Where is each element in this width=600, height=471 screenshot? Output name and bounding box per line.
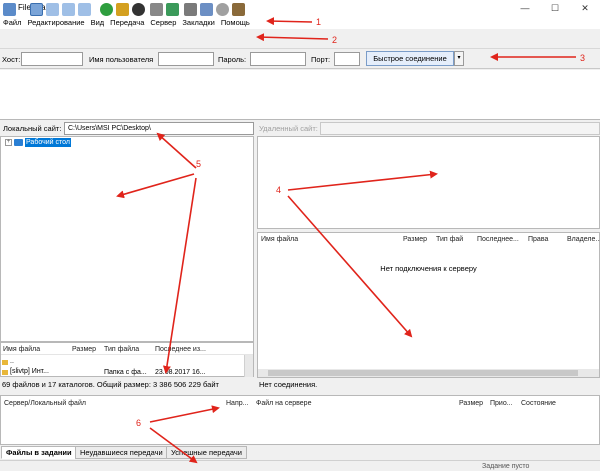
column-header-type[interactable]: Тип файла bbox=[104, 346, 139, 354]
sync-browsing-icon[interactable] bbox=[216, 3, 229, 16]
quickconnect-dropdown-icon[interactable]: ▾ bbox=[454, 51, 464, 66]
password-label: Пароль: bbox=[218, 55, 247, 64]
remote-file-list[interactable] bbox=[257, 232, 600, 378]
host-input[interactable] bbox=[21, 52, 83, 66]
menu-help[interactable]: Помощь bbox=[218, 16, 253, 29]
row-filename: [slivtp] Инт... bbox=[10, 368, 49, 375]
menu-transfer[interactable]: Передача bbox=[107, 16, 147, 29]
column-header-filename[interactable]: Имя файла bbox=[3, 346, 40, 354]
site-manager-icon[interactable] bbox=[3, 3, 16, 16]
remote-empty-message: Нет подключения к серверу bbox=[380, 264, 477, 273]
refresh-icon[interactable] bbox=[100, 3, 113, 16]
queue-column-status[interactable]: Состояние bbox=[521, 400, 556, 408]
remote-status-text: Нет соединения. bbox=[259, 380, 318, 389]
tab-successful-transfers[interactable]: Успешные передачи bbox=[166, 446, 247, 459]
row-filename: .. bbox=[10, 358, 14, 365]
row-filetype: Папка с фа... bbox=[104, 369, 147, 376]
process-queue-icon[interactable] bbox=[116, 3, 129, 16]
folder-up-icon bbox=[2, 359, 8, 365]
username-label: Имя пользователя bbox=[89, 55, 154, 64]
remote-column-filename[interactable]: Имя файла bbox=[261, 236, 298, 244]
menu-file[interactable]: Файл bbox=[0, 16, 24, 29]
expand-icon[interactable]: + bbox=[5, 139, 12, 146]
tree-item-label: Рабочий стол bbox=[25, 138, 71, 147]
menu-server[interactable]: Сервер bbox=[147, 16, 179, 29]
menu-bookmarks[interactable]: Закладки bbox=[179, 16, 217, 29]
remote-path-input[interactable] bbox=[320, 122, 600, 135]
disconnect-icon[interactable] bbox=[150, 3, 163, 16]
toggle-queue-icon[interactable] bbox=[78, 3, 91, 16]
tree-item-desktop[interactable]: + Рабочий стол bbox=[5, 138, 71, 147]
remote-column-owner[interactable]: Владеле... bbox=[567, 236, 600, 244]
directory-filter-icon[interactable] bbox=[184, 3, 197, 16]
minimize-button[interactable]: — bbox=[510, 0, 540, 16]
remote-column-modified[interactable]: Последнее... bbox=[477, 236, 519, 244]
host-label: Хост: bbox=[2, 55, 21, 64]
port-input[interactable] bbox=[334, 52, 360, 66]
toggle-local-tree-icon[interactable] bbox=[46, 3, 59, 16]
queue-column-priority[interactable]: Прио... bbox=[490, 400, 513, 408]
remote-column-permissions[interactable]: Права bbox=[528, 236, 548, 244]
close-button[interactable]: ✕ bbox=[570, 0, 600, 16]
local-list-scrollbar[interactable] bbox=[244, 355, 253, 377]
tab-failed-transfers[interactable]: Неудавшиеся передачи bbox=[75, 446, 168, 459]
local-site-label: Локальный сайт: bbox=[3, 124, 62, 133]
remote-directory-tree[interactable] bbox=[257, 136, 600, 229]
remote-site-label: Удаленный сайт: bbox=[259, 124, 318, 133]
quickconnect-button[interactable]: Быстрое соединение bbox=[366, 51, 454, 66]
maximize-button[interactable]: ☐ bbox=[540, 0, 570, 16]
queue-column-direction[interactable]: Напр... bbox=[226, 400, 248, 408]
column-header-modified[interactable]: Последнее из... bbox=[155, 346, 206, 354]
search-files-binoculars-icon[interactable] bbox=[232, 3, 245, 16]
password-input[interactable] bbox=[250, 52, 306, 66]
table-row[interactable]: .. bbox=[2, 358, 14, 366]
queue-column-remote-file[interactable]: Файл на сервере bbox=[256, 400, 311, 408]
local-directory-tree[interactable] bbox=[0, 136, 254, 342]
tab-queued-files[interactable]: Файлы в задании bbox=[1, 446, 77, 459]
local-path-input[interactable]: C:\Users\MSI PC\Desktop\ bbox=[64, 122, 254, 135]
reconnect-icon[interactable] bbox=[166, 3, 179, 16]
folder-icon bbox=[14, 139, 23, 146]
menu-edit[interactable]: Редактирование bbox=[24, 16, 87, 29]
menu-bar: Файл Редактирование Вид Передача Сервер … bbox=[0, 16, 600, 29]
message-log[interactable] bbox=[0, 70, 600, 120]
port-label: Порт: bbox=[311, 55, 331, 64]
toggle-message-log-icon[interactable] bbox=[30, 3, 43, 16]
remote-column-size[interactable]: Размер bbox=[403, 236, 427, 244]
local-status-text: 69 файлов и 17 каталогов. Общий размер: … bbox=[0, 378, 254, 391]
remote-column-type[interactable]: Тип фай bbox=[436, 236, 463, 244]
compare-directories-icon[interactable] bbox=[200, 3, 213, 16]
menu-view[interactable]: Вид bbox=[88, 16, 108, 29]
column-header-size[interactable]: Размер bbox=[72, 346, 96, 354]
table-row[interactable]: [slivtp] Инт... bbox=[2, 368, 49, 376]
queue-column-size[interactable]: Размер bbox=[459, 400, 483, 408]
username-input[interactable] bbox=[158, 52, 214, 66]
folder-icon bbox=[2, 369, 8, 375]
remote-scrollbar-thumb[interactable] bbox=[268, 370, 578, 376]
cancel-operation-icon[interactable] bbox=[132, 3, 145, 16]
toggle-remote-tree-icon[interactable] bbox=[62, 3, 75, 16]
toolbar bbox=[0, 29, 600, 49]
row-modified: 23.08.2017 16... bbox=[155, 369, 206, 376]
queue-column-server-local[interactable]: Сервер/Локальный файл bbox=[4, 400, 86, 408]
queue-status-text: Задание пусто bbox=[482, 463, 530, 470]
